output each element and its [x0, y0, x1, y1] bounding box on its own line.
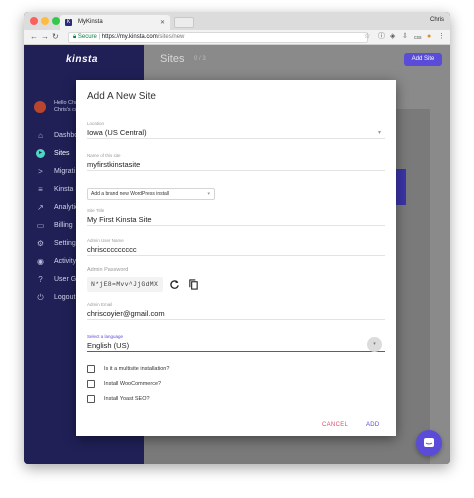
close-window-button[interactable]: [30, 17, 38, 25]
browser-tab[interactable]: K MyKinsta ✕: [60, 15, 170, 30]
forward-arrow-icon[interactable]: →: [41, 33, 49, 41]
address-bar-row: ← → ↻ 🔒︎ Secure | https://my.kinsta.com/…: [24, 30, 450, 45]
add-site-modal: Add A New Site Location Iowa (US Central…: [76, 80, 396, 436]
admin-password-label-row: Admin Password: [87, 267, 385, 273]
sidebar-item-label: Setting: [54, 240, 76, 247]
greeting-text: Hello Chri: [54, 100, 79, 106]
site-title-field[interactable]: Site Title My First Kinsta Site: [87, 208, 385, 226]
billing-icon: ▭: [36, 221, 45, 230]
sidebar-item-label: Activity: [54, 258, 77, 265]
admin-email-field[interactable]: Admin Email chriscoyier@gmail.com: [87, 302, 385, 320]
regenerate-icon[interactable]: [169, 279, 180, 290]
chevron-down-icon: ▾: [207, 191, 210, 197]
chat-launcher-button[interactable]: [416, 430, 442, 456]
site-name-field[interactable]: Name of this site myfirstkinstasite: [87, 153, 385, 171]
migration-icon: >: [38, 167, 43, 176]
site-name-value: myfirstkinstasite: [87, 159, 385, 171]
sidebar-item-label: Billing: [54, 222, 73, 229]
profile-name[interactable]: Chris: [430, 17, 444, 23]
language-select[interactable]: Select a language English (US) ▾: [87, 334, 385, 352]
download-extension-icon[interactable]: ⇩: [402, 33, 408, 41]
sidebar-item-label: User G: [54, 276, 77, 283]
zoom-window-button[interactable]: [52, 17, 60, 25]
user-greeting: Hello Chri Chris's co: [54, 100, 78, 114]
sidebar-item-label: Analytic: [54, 204, 79, 211]
cancel-button[interactable]: CANCEL: [322, 422, 348, 428]
bookmark-star-icon[interactable]: ☆: [364, 33, 370, 41]
activity-icon: ◉: [37, 257, 44, 266]
secure-label: Secure: [77, 34, 97, 40]
multisite-checkbox-row[interactable]: Is it a multisite installation?: [87, 364, 287, 375]
sidebar-item-label: Migrati: [54, 168, 76, 175]
yoast-checkbox[interactable]: [87, 395, 95, 403]
woocommerce-checkbox-row[interactable]: Install WooCommerce?: [87, 379, 287, 390]
location-value: Iowa (US Central): [87, 127, 385, 139]
language-value: English (US): [87, 340, 385, 352]
avatar[interactable]: [34, 101, 46, 113]
woocommerce-label: Install WooCommerce?: [104, 381, 162, 387]
multisite-label: Is it a multisite installation?: [104, 366, 170, 372]
url-path: /sites/new: [157, 34, 185, 40]
new-tab-button[interactable]: [174, 17, 194, 28]
home-icon: ⌂: [38, 131, 43, 140]
layers-extension-icon[interactable]: ◈: [390, 33, 395, 41]
site-title-value: My First Kinsta Site: [87, 214, 385, 226]
sidebar-item-label: Sites: [54, 150, 70, 157]
page-title: Sites: [160, 53, 185, 65]
tab-title: MyKinsta: [78, 19, 103, 25]
menu-dots-icon[interactable]: ⋮: [438, 33, 445, 41]
account-name: Chris's co: [54, 107, 78, 113]
dns-icon: ≡: [38, 185, 43, 194]
admin-username-value: chrisccccccccc: [87, 244, 385, 256]
minimize-window-button[interactable]: [41, 17, 49, 25]
sidebar-item-label: Dashbo: [54, 132, 79, 139]
css-extension-icon[interactable]: css: [414, 34, 422, 42]
user-guide-icon: ?: [38, 275, 43, 284]
lock-icon: 🔒︎: [73, 34, 77, 40]
copy-icon[interactable]: [188, 279, 199, 290]
tab-close-icon[interactable]: ✕: [160, 19, 165, 26]
url-field[interactable]: 🔒︎ Secure | https://my.kinsta.com/sites/…: [68, 32, 368, 43]
orange-extension-icon[interactable]: ●: [427, 33, 431, 41]
settings-icon: ⚙: [36, 239, 45, 248]
admin-password-label: Admin Password: [87, 267, 129, 273]
sidebar-item-label: Logout: [54, 294, 76, 301]
url-separator: |: [98, 34, 101, 40]
install-type-select[interactable]: Add a brand new WordPress install ▾: [87, 188, 215, 200]
back-arrow-icon[interactable]: ←: [30, 33, 38, 41]
yoast-checkbox-row[interactable]: Install Yoast SEO?: [87, 394, 287, 405]
url-host: https://my.kinsta.com: [101, 34, 158, 40]
woocommerce-checkbox[interactable]: [87, 380, 95, 388]
chevron-down-icon[interactable]: ▾: [367, 337, 382, 352]
info-extension-icon[interactable]: ⓘ: [378, 33, 385, 41]
yoast-label: Install Yoast SEO?: [104, 396, 150, 402]
location-select[interactable]: Location Iowa (US Central) ▾: [87, 121, 385, 139]
chat-icon: [424, 438, 434, 447]
chevron-down-icon: ▾: [377, 130, 381, 136]
sites-icon: ▸: [36, 149, 45, 158]
modal-title: Add A New Site: [87, 91, 156, 102]
kinsta-logo[interactable]: kinsta: [66, 54, 98, 65]
reload-icon[interactable]: ↻: [52, 33, 59, 41]
title-bar: K MyKinsta ✕ Chris: [24, 12, 450, 30]
install-type-value: Add a brand new WordPress install: [91, 191, 170, 197]
add-site-button[interactable]: Add Site: [404, 53, 442, 66]
logout-icon: ⏻: [37, 293, 44, 302]
kinsta-favicon-icon: K: [65, 19, 72, 26]
admin-password-field[interactable]: N*jE8=Mvv^JjGdMX: [87, 277, 163, 292]
multisite-checkbox[interactable]: [87, 365, 95, 373]
admin-username-field[interactable]: Admin User Name chrisccccccccc: [87, 238, 385, 256]
admin-email-value: chriscoyier@gmail.com: [87, 308, 385, 320]
add-button[interactable]: ADD: [366, 422, 380, 428]
analytics-icon: ↗: [37, 203, 44, 212]
site-count: 0 / 3: [194, 56, 206, 62]
